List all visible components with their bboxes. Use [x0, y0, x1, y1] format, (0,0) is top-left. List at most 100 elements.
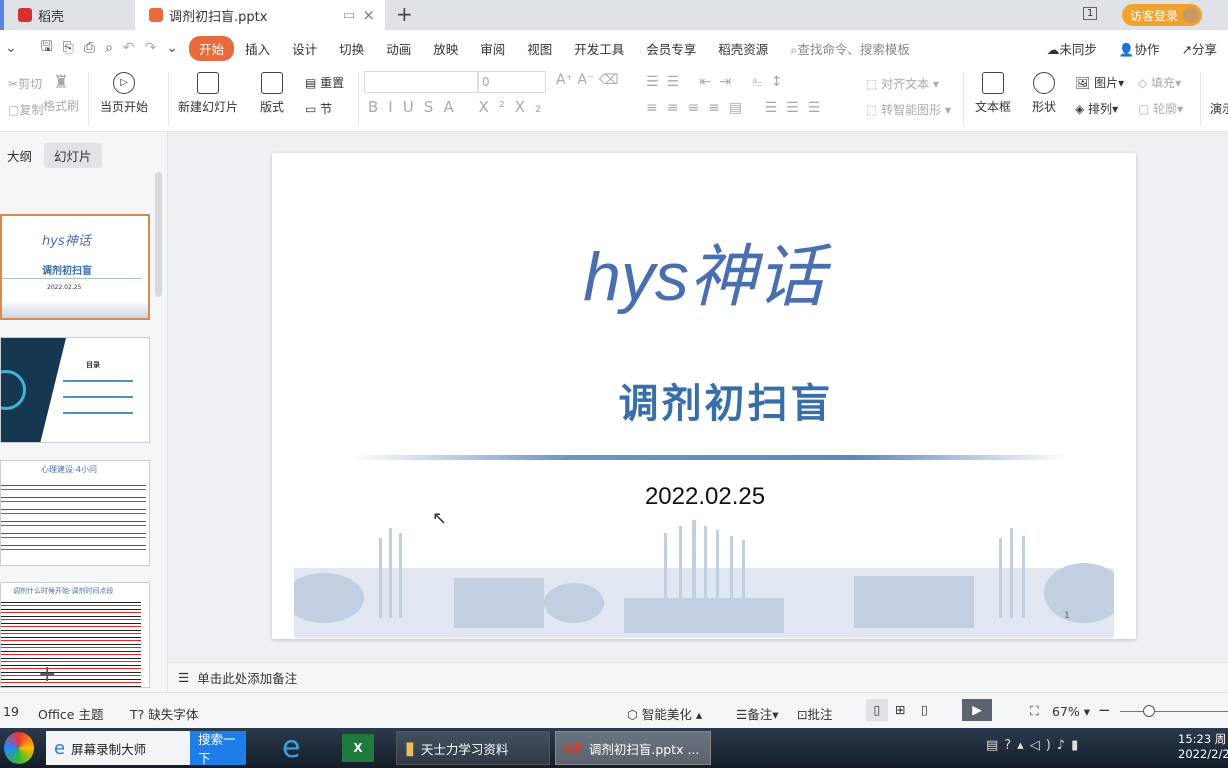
taskbar-ppt[interactable]: VP 调剂初扫盲.pptx ...	[555, 731, 711, 765]
close-tab-icon[interactable]: ×	[362, 6, 375, 24]
thumb-subtitle: 调剂初扫盲	[42, 266, 92, 277]
sorter-view-icon[interactable]: ⊞	[895, 702, 905, 717]
font-size-select[interactable]: 0	[478, 71, 546, 93]
ie-taskbar-icon[interactable]: e	[282, 730, 300, 765]
tab-outline[interactable]: 大纲	[7, 146, 32, 165]
clock[interactable]: 15:23 周 2022/2/2	[1178, 732, 1228, 762]
format-painter-button[interactable]: ♜ 格式刷	[43, 72, 79, 114]
textbox-icon	[982, 72, 1004, 94]
fit-window-icon[interactable]: ⛶	[1030, 703, 1039, 719]
menu-review[interactable]: 审阅	[469, 39, 516, 58]
add-slide-button[interactable]: +	[38, 662, 56, 687]
new-tab-button[interactable]: +	[396, 2, 413, 26]
excel-taskbar-icon[interactable]: X	[342, 734, 374, 762]
export-pdf-icon[interactable]: ⎘	[58, 40, 79, 56]
menu-docer[interactable]: 稻壳资源	[707, 39, 779, 58]
start-button[interactable]	[4, 732, 34, 764]
slide-date[interactable]: 2022.02.25	[272, 483, 1136, 511]
fill-button[interactable]: ◇ 填充▾	[1138, 74, 1181, 91]
print-icon[interactable]: ⎙	[79, 40, 100, 56]
menu-view[interactable]: 视图	[516, 39, 563, 58]
taskbar-folder[interactable]: ▮ 天士力学习资料	[396, 731, 550, 765]
window-count-badge[interactable]: 1	[1083, 7, 1098, 20]
menu-chevron-icon[interactable]: ⌄	[0, 40, 22, 56]
undo-icon[interactable]: ↶	[118, 40, 140, 56]
slide-canvas[interactable]: hys神话 调剂初扫盲 2022.02.25 1	[272, 153, 1136, 639]
command-search[interactable]: ⌕查找命令、搜索模板	[779, 39, 921, 58]
tab-slides[interactable]: 幻灯片	[44, 143, 102, 168]
slide-title[interactable]: hys神话	[272, 221, 1136, 320]
notes-bar[interactable]: ☰ 单击此处添加备注	[168, 662, 1228, 692]
slide-thumb-2[interactable]: 目录	[0, 337, 150, 443]
menu-developer[interactable]: 开发工具	[563, 39, 635, 58]
menu-transition[interactable]: 切换	[328, 39, 375, 58]
menu-member[interactable]: 会员专享	[635, 39, 707, 58]
system-tray-icons[interactable]: ▤?▴◁)♪▮	[986, 738, 1084, 753]
outline-button[interactable]: ▢ 轮廓▾	[1138, 100, 1183, 117]
redo-icon[interactable]: ↷	[140, 40, 162, 56]
panel-scrollbar[interactable]	[155, 172, 162, 297]
reading-view-icon[interactable]: ▯	[921, 702, 928, 717]
align-text-button[interactable]: ⬚ 对齐文本 ▾	[866, 75, 939, 92]
slide-thumb-1[interactable]: hys神话 调剂初扫盲 2022.02.25	[0, 214, 150, 320]
menu-home[interactable]: 开始	[189, 35, 235, 61]
collab-button[interactable]: 👤协作	[1108, 39, 1171, 58]
share-label: 分享	[1191, 41, 1217, 57]
print-preview-icon[interactable]: ⌕	[100, 40, 118, 56]
share-button[interactable]: ↗分享	[1171, 39, 1228, 58]
zoom-out-button[interactable]: −	[1098, 701, 1111, 719]
layout-button[interactable]: 版式	[260, 72, 284, 115]
font-size-controls[interactable]: A⁺ A⁻ ⌫	[556, 72, 619, 88]
notes-toggle[interactable]: ☰备注▾	[736, 704, 779, 723]
slide-thumb-3[interactable]: 心理建设-4小问	[0, 460, 150, 566]
comments-button[interactable]: ⊡批注	[797, 704, 833, 723]
tab-document[interactable]: 调剂初扫盲.pptx ▭ ×	[135, 0, 385, 30]
theme-name[interactable]: Office 主题	[38, 704, 103, 723]
new-slide-icon	[197, 72, 219, 94]
font-name-select[interactable]	[364, 71, 478, 93]
new-slide-label: 新建幻灯片	[178, 100, 239, 114]
menu-design[interactable]: 设计	[281, 39, 328, 58]
menu-insert[interactable]: 插入	[234, 39, 281, 58]
align-buttons[interactable]: ≡≡≡≡▤ ☰☰☰	[646, 100, 829, 116]
login-button[interactable]: 访客登录	[1122, 4, 1202, 26]
section-button[interactable]: ▭ 节	[305, 100, 332, 117]
zoom-slider[interactable]	[1120, 711, 1228, 712]
taskbar-search[interactable]: 搜索一下	[190, 731, 246, 766]
slide-thumb-4[interactable]: 调剂什么时候开始-调剂时间点段	[0, 582, 150, 688]
wps-icon: VP	[564, 740, 583, 756]
font-style-buttons[interactable]: BIUSA X²X₂	[368, 98, 551, 116]
zoom-slider-handle[interactable]	[1143, 705, 1156, 717]
notes-icon: ☰	[178, 670, 190, 685]
play-current-label: 当页开始	[100, 100, 149, 114]
slide-subtitle[interactable]: 调剂初扫盲	[272, 371, 1136, 429]
zoom-select[interactable]: 67% ▾	[1052, 704, 1090, 719]
quick-access-more-icon[interactable]: ⌄	[161, 40, 183, 56]
play-current-button[interactable]: ▷ 当页开始	[100, 72, 148, 115]
menu-animation[interactable]: 动画	[375, 39, 422, 58]
play-slideshow-button[interactable]: ▶	[962, 699, 992, 721]
missing-font-button[interactable]: T? 缺失字体	[130, 704, 198, 723]
shape-button[interactable]: 形状	[1032, 72, 1056, 115]
menu-slideshow[interactable]: 放映	[422, 39, 469, 58]
taskbar-recorder[interactable]: e 屏幕录制大师	[46, 731, 190, 765]
tab-docer[interactable]: 稻壳	[4, 0, 132, 30]
cut-button[interactable]: ✂剪切	[8, 75, 42, 92]
sync-button[interactable]: ☁未同步	[1036, 39, 1108, 58]
reset-button[interactable]: ▤ 重置	[305, 74, 344, 91]
new-slide-button[interactable]: 新建幻灯片	[178, 72, 238, 115]
picture-button[interactable]: 🖼 图片▾	[1075, 74, 1124, 91]
normal-view-icon[interactable]: ▯	[866, 699, 888, 721]
arrange-button[interactable]: ◈ 排列▾	[1075, 100, 1118, 117]
beautify-button[interactable]: ⬡ 智能美化 ▴	[627, 704, 702, 723]
textbox-button[interactable]: 文本框	[975, 72, 1011, 115]
textbox-label: 文本框	[975, 100, 1012, 114]
copy-button[interactable]: ▢复制	[8, 101, 43, 118]
ie-icon: e	[54, 737, 66, 759]
save-icon[interactable]: 🖫	[36, 36, 58, 60]
smart-shape-button[interactable]: ⬚ 转智能图形 ▾	[866, 101, 951, 118]
pin-icon[interactable]: ▭	[343, 8, 355, 23]
list-buttons[interactable]: ☰☰ ⇤⇥ ⎁↕	[646, 74, 790, 90]
format-painter-label: 格式刷	[43, 99, 80, 113]
present-button[interactable]: 演示	[1210, 100, 1228, 117]
